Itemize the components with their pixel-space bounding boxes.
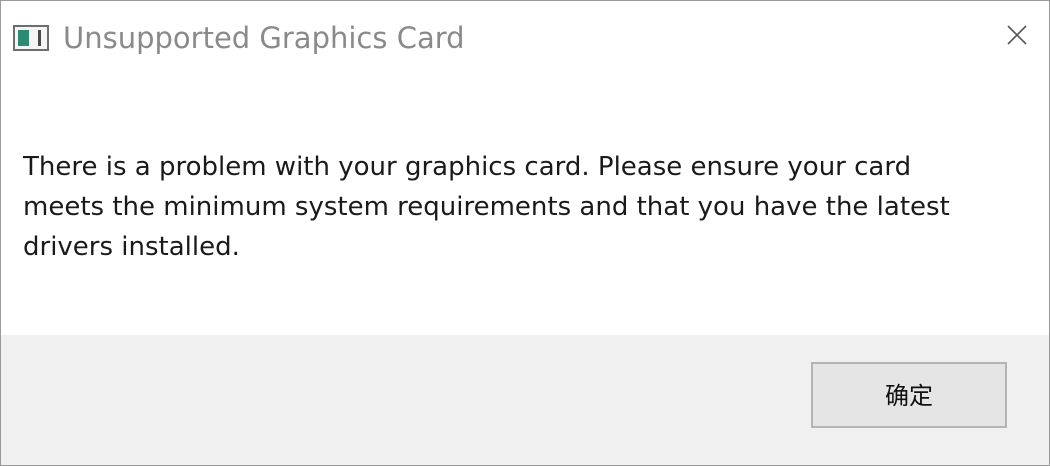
error-message: There is a problem with your graphics ca… [23, 152, 950, 262]
window-title: Unsupported Graphics Card [63, 21, 465, 55]
ok-button[interactable]: 确定 [811, 362, 1007, 428]
close-button[interactable] [993, 11, 1041, 59]
dialog-window: Unsupported Graphics Card There is a pro… [0, 0, 1050, 466]
title-bar: Unsupported Graphics Card [1, 1, 1049, 77]
dialog-footer: 确定 [1, 335, 1049, 465]
application-window-icon [13, 25, 49, 51]
dialog-content: There is a problem with your graphics ca… [1, 77, 1049, 335]
close-icon [1007, 25, 1027, 45]
